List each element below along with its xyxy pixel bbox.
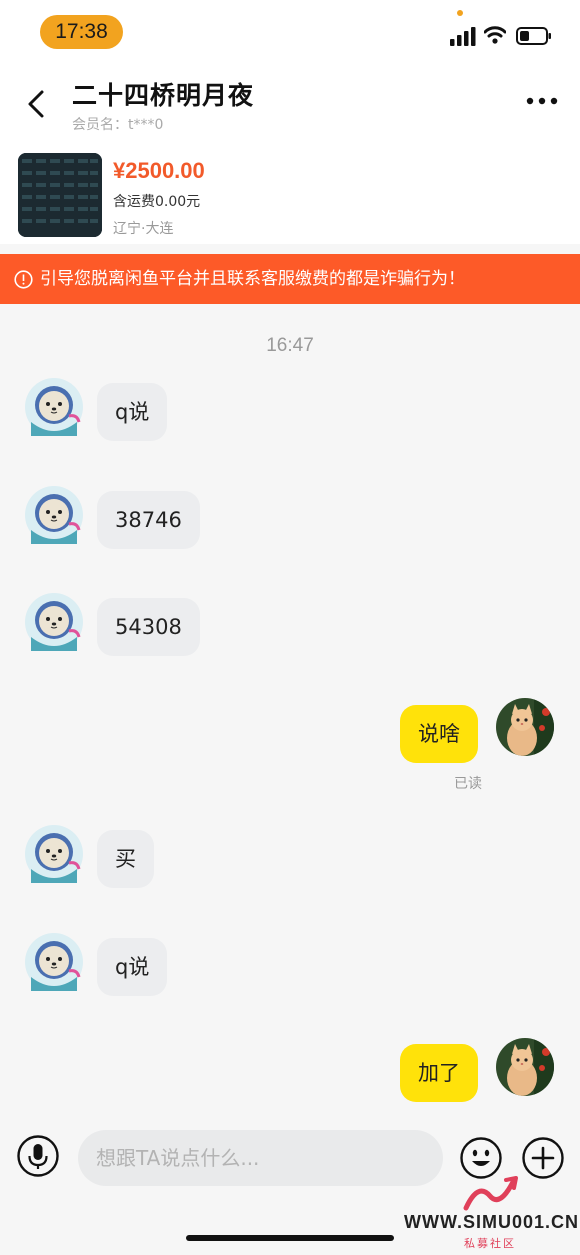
add-attachment-icon[interactable] [522, 1137, 564, 1179]
home-indicator [186, 1235, 394, 1241]
watermark-url: WWW.SIMU001.CN [404, 1212, 580, 1232]
contact-avatar[interactable] [25, 825, 83, 883]
product-price: ¥2500.00 [113, 158, 205, 183]
message-bubble-outgoing[interactable]: 加了 [400, 1044, 478, 1102]
cellular-signal-icon [450, 27, 476, 46]
seller-location: 辽宁·大连 [113, 221, 174, 237]
read-receipt: 已读 [454, 776, 482, 792]
watermark-logo-icon [463, 1176, 518, 1211]
message-input[interactable] [78, 1130, 443, 1186]
page-title: 二十四桥明月夜 [72, 81, 255, 110]
fraud-warning-banner: 引导您脱离闲鱼平台并且联系客服缴费的都是诈骗行为！ [0, 254, 580, 304]
message-bubble-incoming[interactable]: 54308 [97, 598, 200, 656]
voice-input-icon[interactable] [17, 1135, 59, 1177]
member-name: 会员名：t***0 [72, 117, 164, 133]
contact-avatar[interactable] [25, 593, 83, 651]
message-bubble-incoming[interactable]: 买 [97, 830, 154, 888]
my-avatar[interactable] [496, 698, 554, 756]
contact-avatar[interactable] [25, 933, 83, 991]
warning-text: 引导您脱离闲鱼平台并且联系客服缴费的都是诈骗行为！ [40, 269, 465, 289]
status-bar: 17:38 [0, 0, 580, 62]
message-bubble-incoming[interactable]: q说 [97, 383, 168, 441]
warning-icon [14, 269, 33, 289]
wifi-icon [484, 26, 506, 44]
shipping-fee: 含运费0.00元 [113, 194, 201, 210]
chat-header: 二十四桥明月夜 会员名：t***0 [0, 62, 580, 144]
chat-timestamp: 16:47 [266, 335, 314, 356]
battery-icon [516, 27, 551, 45]
watermark-text: 私募社区 [464, 1237, 516, 1250]
product-thumbnail[interactable] [18, 153, 102, 237]
message-bubble-incoming[interactable]: 38746 [97, 491, 200, 549]
message-bubble-outgoing[interactable]: 说啥 [400, 705, 478, 763]
back-arrow-icon[interactable] [22, 84, 50, 124]
privacy-indicator-dot [457, 10, 463, 16]
emoji-icon[interactable] [460, 1137, 502, 1179]
status-time: 17:38 [40, 15, 123, 49]
product-card[interactable]: ¥2500.00 含运费0.00元 辽宁·大连 [0, 144, 580, 244]
contact-avatar[interactable] [25, 378, 83, 436]
watermark: WWW.SIMU001.CN 私募社区 [400, 1174, 580, 1254]
message-bubble-incoming[interactable]: q说 [97, 938, 168, 996]
contact-avatar[interactable] [25, 486, 83, 544]
my-avatar[interactable] [496, 1038, 554, 1096]
more-options-icon[interactable] [522, 86, 562, 116]
